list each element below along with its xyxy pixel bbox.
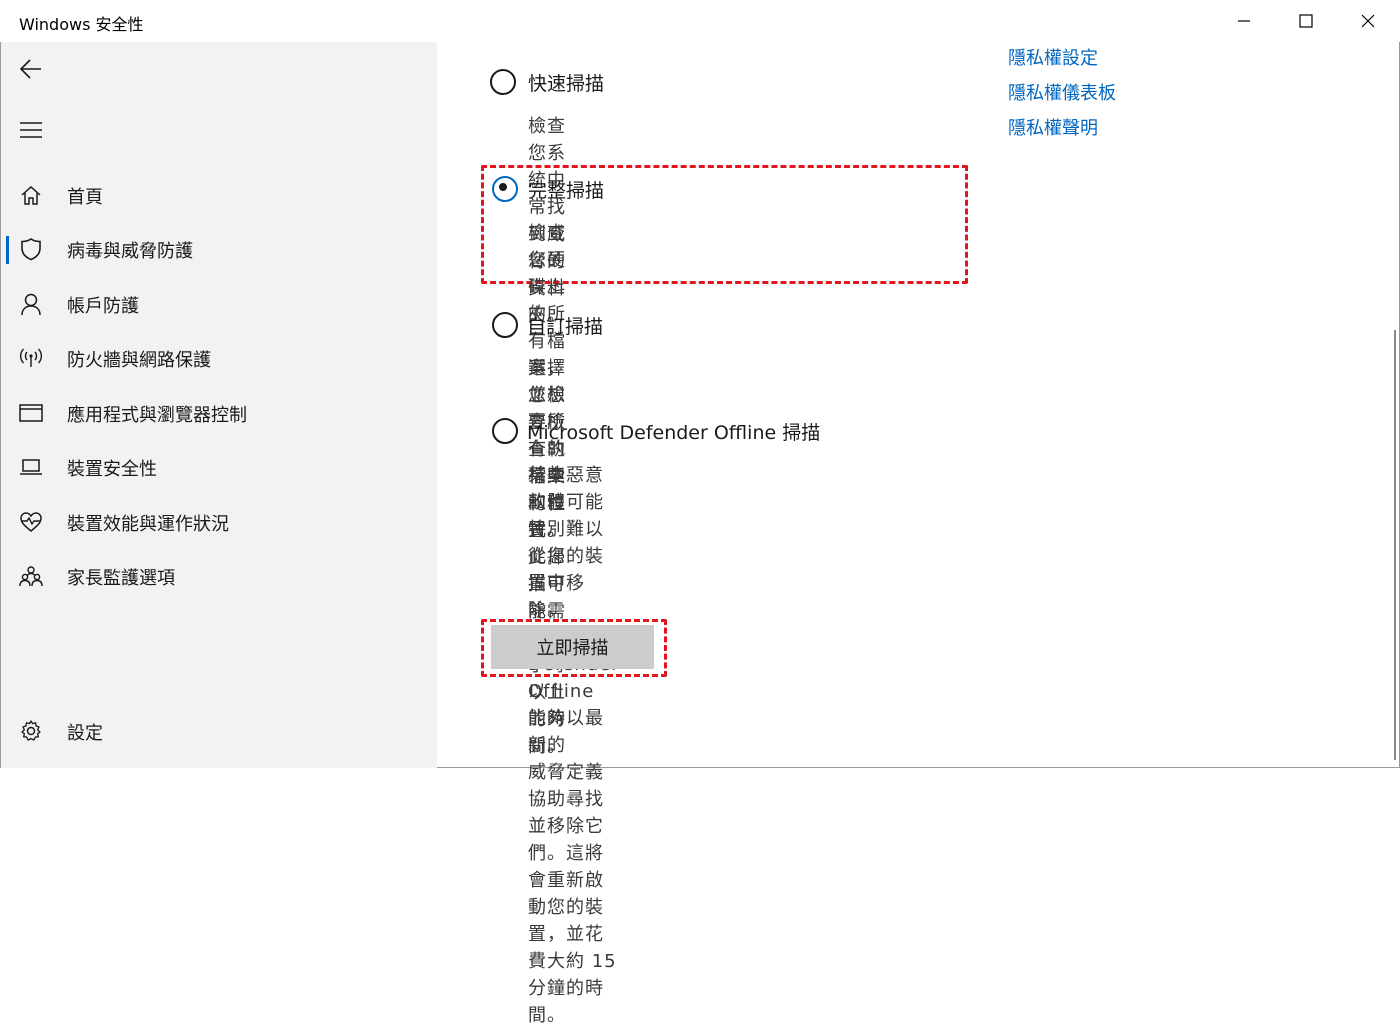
maximize-button[interactable] — [1275, 0, 1337, 42]
sidebar-item-label: 病毒與威脅防護 — [67, 241, 193, 262]
gear-icon — [19, 719, 43, 743]
sidebar-item-home[interactable]: 首頁 — [1, 172, 437, 218]
quick-scan-radio[interactable] — [490, 69, 516, 95]
sidebar-item-app-browser-control[interactable]: 應用程式與瀏覽器控制 — [1, 390, 437, 436]
sidebar-item-label: 防火牆與網路保護 — [67, 350, 211, 371]
sidebar-item-device-security[interactable]: 裝置安全性 — [1, 444, 437, 490]
defender-offline-scan-label: Microsoft Defender Offline 掃描 — [527, 422, 821, 444]
sidebar-item-account-protection[interactable]: 帳戶防護 — [1, 281, 437, 327]
back-arrow-icon — [19, 59, 41, 79]
full-scan-radio[interactable] — [492, 176, 518, 202]
heart-pulse-icon — [19, 510, 43, 534]
title-bar: Windows 安全性 — [0, 0, 1400, 42]
wifi-antenna-icon — [19, 346, 43, 370]
sidebar-item-label: 帳戶防護 — [67, 296, 139, 317]
full-scan-label: 完整掃描 — [528, 180, 605, 202]
quick-scan-label: 快速掃描 — [528, 73, 605, 95]
laptop-icon — [19, 455, 43, 479]
sidebar-item-label: 家長監護選項 — [67, 568, 175, 589]
defender-offline-scan-description: 某些惡意軟體可能特別難以從您的裝置中移 除。Microsoft Defender… — [528, 465, 619, 1026]
minimize-icon — [1238, 20, 1250, 22]
home-icon — [19, 183, 43, 207]
scan-now-button[interactable]: 立即掃描 — [491, 625, 654, 669]
privacy-dashboard-link[interactable]: 隱私權儀表板 — [1008, 79, 1116, 105]
privacy-settings-link[interactable]: 隱私權設定 — [1008, 44, 1098, 70]
sidebar-item-label: 裝置安全性 — [67, 459, 157, 480]
custom-scan-radio[interactable] — [492, 312, 518, 338]
sidebar-item-settings[interactable]: 設定 — [1, 708, 437, 754]
browser-window-icon — [19, 401, 43, 425]
custom-scan-label: 自訂掃描 — [527, 316, 604, 338]
sidebar-item-label: 設定 — [67, 723, 103, 744]
sidebar-item-family-options[interactable]: 家長監護選項 — [1, 553, 437, 599]
main-content: 快速掃描 檢查您系統中常找到威脅的資料夾。 完整掃描 檢查您硬碟上的所有檔案，並… — [437, 42, 1400, 1026]
scrollbar-thumb[interactable] — [1394, 330, 1396, 760]
sidebar-item-firewall[interactable]: 防火牆與網路保護 — [1, 335, 437, 381]
defender-offline-scan-radio[interactable] — [492, 418, 518, 444]
hamburger-menu-icon — [20, 122, 42, 138]
person-icon — [19, 292, 43, 316]
shield-icon — [19, 237, 43, 261]
sidebar-item-device-performance[interactable]: 裝置效能與運作狀況 — [1, 499, 437, 545]
close-button[interactable] — [1337, 0, 1399, 42]
back-button[interactable] — [11, 49, 51, 89]
close-icon — [1361, 14, 1375, 28]
menu-button[interactable] — [11, 110, 51, 150]
sidebar-item-label: 應用程式與瀏覽器控制 — [67, 405, 247, 426]
sidebar: 首頁 病毒與威脅防護 帳戶防護 防火牆與網路保護 應用程式與瀏覽器控制 裝置安全… — [1, 42, 437, 768]
sidebar-item-virus-protection[interactable]: 病毒與威脅防護 — [1, 226, 437, 272]
sidebar-item-label: 裝置效能與運作狀況 — [67, 514, 229, 535]
window-title: Windows 安全性 — [19, 15, 144, 34]
maximize-icon — [1299, 14, 1313, 28]
minimize-button[interactable] — [1213, 0, 1275, 42]
privacy-statement-link[interactable]: 隱私權聲明 — [1008, 114, 1098, 140]
sidebar-item-label: 首頁 — [67, 187, 103, 208]
family-icon — [19, 564, 43, 588]
